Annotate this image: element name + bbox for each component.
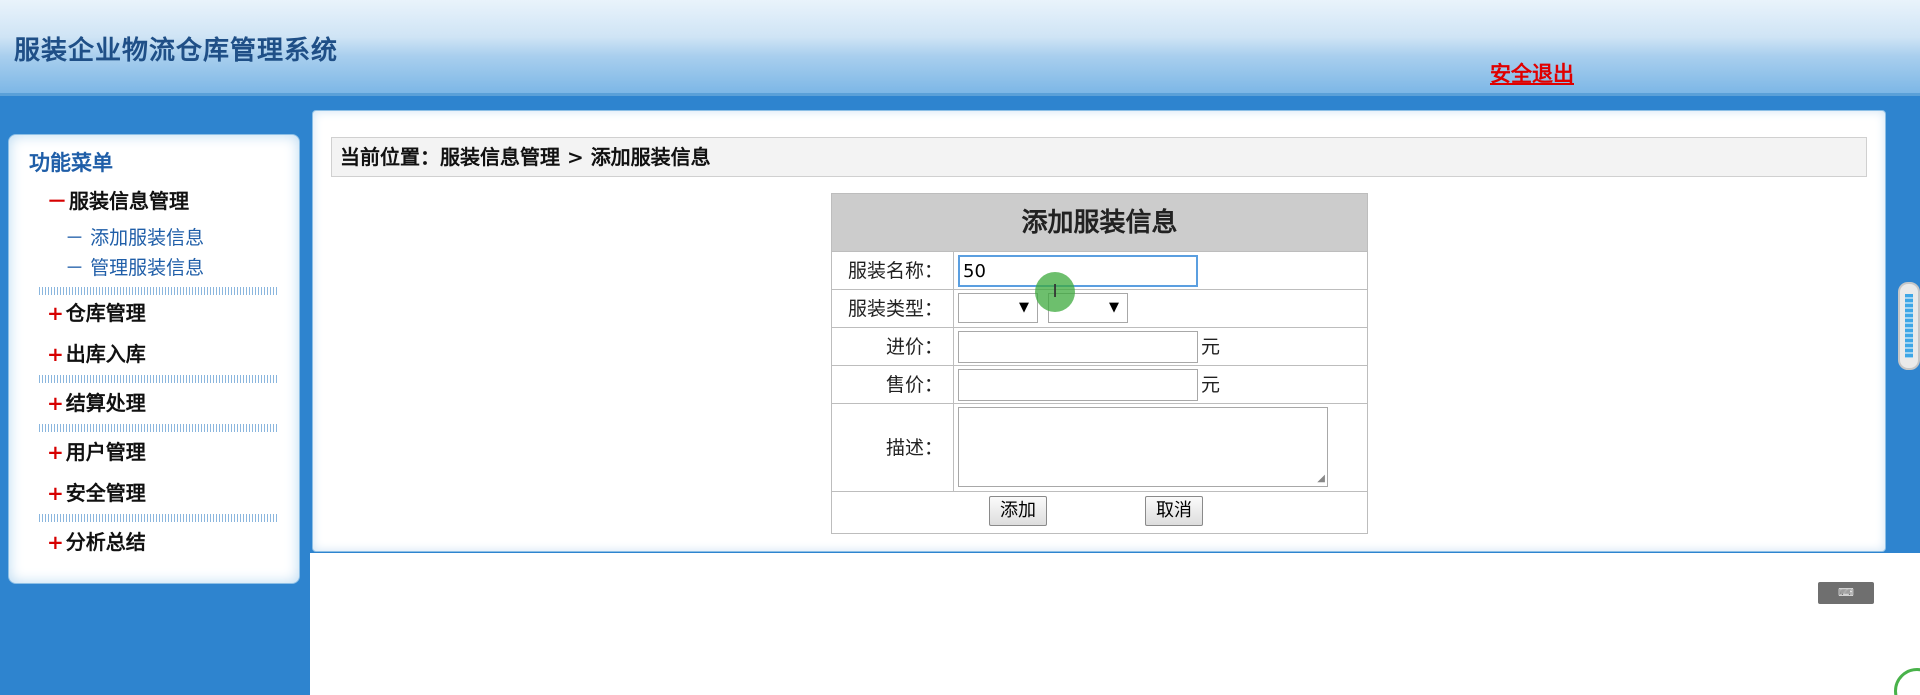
scroll-widget[interactable] (1898, 282, 1920, 370)
add-button[interactable]: 添加 (989, 496, 1047, 526)
breadcrumb-level1: 服装信息管理 (440, 145, 560, 169)
menu-title: 功能菜单 (29, 150, 113, 175)
type-row: 服装类型： ▼ ▼ (832, 290, 1367, 328)
menu-item-prefix: － (65, 227, 85, 249)
resize-grip-icon[interactable]: ◢ (1317, 473, 1325, 484)
add-clothing-form: 添加服装信息 服装名称： 50 服装类型： ▼ ▼ 进价： 元 售价： 元 描述… (831, 193, 1368, 534)
cost-unit: 元 (1201, 336, 1221, 358)
breadcrumb-prefix: 当前位置： (340, 145, 440, 169)
type-select-primary[interactable]: ▼ (958, 293, 1038, 323)
desc-row: 描述： ◢ (832, 404, 1367, 492)
menu-divider (39, 514, 279, 522)
menu-divider (39, 424, 279, 432)
expand-icon: + (47, 391, 64, 415)
name-input[interactable]: 50 (958, 255, 1198, 287)
expand-icon: + (47, 530, 64, 554)
desc-textarea[interactable]: ◢ (958, 407, 1328, 487)
price-input[interactable] (958, 369, 1198, 401)
menu-group-analysis[interactable]: + 分析总结 (47, 526, 146, 555)
price-row: 售价： 元 (832, 366, 1367, 404)
expand-icon: + (47, 301, 64, 325)
menu-item-manage-clothing[interactable]: － 管理服装信息 (65, 253, 204, 280)
menu-group-warehouse[interactable]: + 仓库管理 (47, 297, 146, 326)
name-label: 服装名称： (832, 252, 954, 289)
menu-group-settlement[interactable]: + 结算处理 (47, 387, 146, 416)
button-row: 添加 取消 (832, 492, 1367, 530)
menu-group-label: 结算处理 (65, 391, 146, 415)
expand-icon: + (47, 440, 64, 464)
price-label: 售价： (832, 366, 954, 403)
breadcrumb: 当前位置：服装信息管理 > 添加服装信息 (331, 137, 1867, 177)
corner-circle-icon[interactable] (1894, 668, 1920, 695)
collapse-icon: － (47, 189, 67, 213)
menu-group-label: 服装信息管理 (69, 189, 189, 213)
main-panel: 当前位置：服装信息管理 > 添加服装信息 添加服装信息 服装名称： 50 服装类… (312, 110, 1886, 552)
menu-group-label: 出库入库 (65, 342, 146, 366)
cancel-button[interactable]: 取消 (1145, 496, 1203, 526)
header-bar: 服装企业物流仓库管理系统 安全退出 (0, 0, 1920, 96)
menu-item-prefix: － (65, 257, 85, 279)
chevron-down-icon: ▼ (1109, 300, 1119, 315)
keyboard-icon[interactable]: ⌨ (1818, 582, 1874, 604)
menu-group-label: 安全管理 (65, 481, 146, 505)
menu-group-inout[interactable]: + 出库入库 (47, 338, 146, 367)
logout-link[interactable]: 安全退出 (1490, 58, 1574, 88)
cost-label: 进价： (832, 328, 954, 365)
sidebar-menu: 功能菜单 －服装信息管理 － 添加服装信息 － 管理服装信息 + 仓库管理 + 出库… (8, 134, 300, 584)
breadcrumb-level2: 添加服装信息 (590, 145, 711, 169)
menu-group-label: 仓库管理 (65, 301, 146, 325)
app-title: 服装企业物流仓库管理系统 (14, 36, 339, 66)
menu-group-clothing-info[interactable]: －服装信息管理 (47, 185, 189, 214)
name-row: 服装名称： 50 (832, 252, 1367, 290)
menu-item-label: 添加服装信息 (90, 227, 205, 249)
menu-group-label: 用户管理 (65, 440, 146, 464)
menu-group-users[interactable]: + 用户管理 (47, 436, 146, 465)
scroll-level-icon (1905, 294, 1913, 358)
expand-icon: + (47, 481, 64, 505)
chevron-down-icon: ▼ (1019, 300, 1029, 315)
cost-input[interactable] (958, 331, 1198, 363)
menu-group-security[interactable]: + 安全管理 (47, 477, 146, 506)
menu-item-label: 管理服装信息 (90, 257, 205, 279)
expand-icon: + (47, 342, 64, 366)
cost-row: 进价： 元 (832, 328, 1367, 366)
menu-divider (39, 287, 279, 295)
form-title: 添加服装信息 (832, 194, 1367, 252)
menu-item-add-clothing[interactable]: － 添加服装信息 (65, 223, 204, 250)
menu-divider (39, 375, 279, 383)
text-cursor-icon: I (1035, 272, 1075, 312)
menu-group-label: 分析总结 (65, 530, 146, 554)
breadcrumb-separator: > (560, 145, 591, 169)
price-unit: 元 (1201, 374, 1221, 396)
desc-label: 描述： (832, 404, 954, 491)
type-label: 服装类型： (832, 290, 954, 327)
